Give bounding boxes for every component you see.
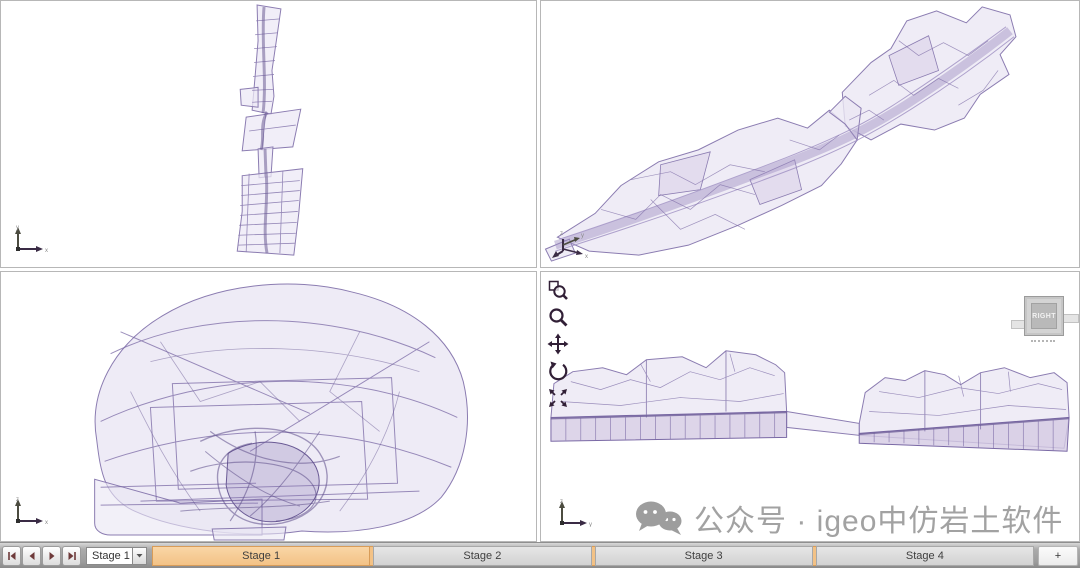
viewport-top-view[interactable]: y x	[0, 0, 537, 268]
stage-bar: Stage 1 Stage 1 Stage 2 Stage 3 Stage 4 …	[0, 542, 1080, 568]
zoom-icon	[547, 306, 569, 328]
zoom-button[interactable]	[546, 305, 570, 329]
stage-selector[interactable]: Stage 1	[86, 547, 147, 565]
view-cube[interactable]: RIGHT	[1024, 296, 1064, 336]
zoom-window-icon	[547, 279, 569, 301]
stage-selector-value: Stage 1	[86, 547, 132, 565]
stage-tab-strip: Stage 1 Stage 2 Stage 3 Stage 4	[152, 546, 1034, 566]
last-stage-button[interactable]	[62, 546, 81, 566]
last-stage-icon	[66, 550, 78, 562]
first-stage-icon	[6, 550, 18, 562]
next-stage-icon	[46, 550, 58, 562]
zoom-window-button[interactable]	[546, 278, 570, 302]
mesh-model-elevation	[541, 272, 1079, 541]
rotate-icon	[547, 360, 569, 382]
zoom-extents-icon	[547, 387, 569, 409]
rotate-button[interactable]	[546, 359, 570, 383]
view-toolbar	[546, 278, 570, 410]
stage-selector-dropdown-button[interactable]	[132, 547, 147, 565]
viewport-perspective-view[interactable]: z x	[0, 271, 537, 542]
viewport-right-view[interactable]: RIGHT z y	[540, 271, 1080, 542]
tab-stage-2[interactable]: Stage 2	[373, 546, 591, 566]
mesh-model-isometric	[541, 1, 1079, 267]
add-stage-button[interactable]: +	[1038, 546, 1078, 566]
tab-stage-3[interactable]: Stage 3	[595, 546, 813, 566]
tab-stage-1[interactable]: Stage 1	[152, 546, 370, 566]
previous-stage-icon	[26, 550, 38, 562]
previous-stage-button[interactable]	[22, 546, 41, 566]
viewport-isometric-view[interactable]: z y x	[540, 0, 1080, 268]
zoom-extents-button[interactable]	[546, 386, 570, 410]
view-cube-right-edge[interactable]	[1063, 314, 1079, 323]
view-cube-bottom-marks	[1031, 337, 1055, 342]
mesh-model-plan	[1, 1, 536, 267]
next-stage-button[interactable]	[42, 546, 61, 566]
view-cube-face-label: RIGHT	[1031, 303, 1057, 329]
application-window: y x	[0, 0, 1080, 568]
viewport-grid: y x	[0, 0, 1080, 542]
pan-icon	[547, 333, 569, 355]
view-cube-area: RIGHT	[1011, 294, 1079, 342]
first-stage-button[interactable]	[2, 546, 21, 566]
pan-button[interactable]	[546, 332, 570, 356]
tab-stage-4[interactable]: Stage 4	[816, 546, 1034, 566]
chevron-down-icon	[136, 553, 143, 558]
mesh-model-perspective	[1, 272, 536, 541]
